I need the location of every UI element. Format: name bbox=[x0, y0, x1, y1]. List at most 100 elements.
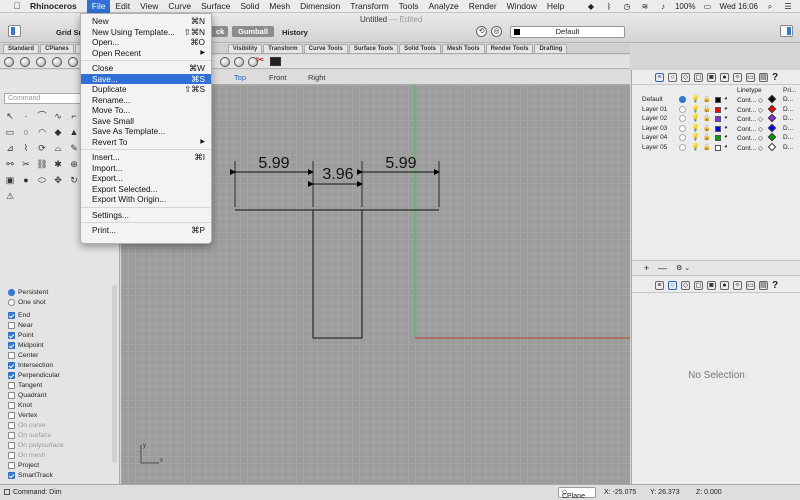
osnap-on-curve[interactable]: On curve bbox=[8, 420, 108, 430]
blend-icon[interactable]: ✎ bbox=[68, 142, 80, 154]
loft-icon[interactable]: ⊿ bbox=[4, 142, 16, 154]
light-bulb-icon[interactable]: 💡 bbox=[691, 124, 700, 132]
end-checkbox[interactable] bbox=[8, 311, 15, 319]
tab-solid-tools[interactable]: Solid Tools bbox=[399, 44, 441, 53]
file-menu-item-save[interactable]: Save... ⌘S bbox=[81, 73, 211, 84]
print-color-swatch[interactable] bbox=[767, 113, 777, 123]
layouts-panel-icon-2[interactable]: ▤ bbox=[758, 280, 768, 290]
split-icon[interactable]: ⚯ bbox=[4, 158, 16, 170]
menu-analyze[interactable]: Analyze bbox=[424, 0, 464, 13]
osnap-on-mesh[interactable]: On mesh bbox=[8, 450, 108, 460]
point-icon[interactable]: · bbox=[20, 110, 32, 122]
file-menu-item-insert[interactable]: Insert... ⌘I bbox=[81, 152, 211, 163]
layer-name[interactable]: Layer 03 bbox=[642, 125, 667, 132]
file-menu-item-revert-to[interactable]: Revert To ▶ bbox=[81, 137, 211, 148]
toggle-left-sidebar-icon[interactable] bbox=[8, 25, 21, 37]
light-bulb-icon[interactable]: 💡 bbox=[691, 133, 700, 141]
layers-panel-icon[interactable]: ≡ bbox=[654, 72, 664, 82]
one-shot-radio[interactable] bbox=[8, 298, 15, 306]
properties-panel-icon[interactable]: ○ bbox=[667, 72, 677, 82]
spotlight-icon[interactable]: ⌕ bbox=[764, 2, 776, 12]
intersection-checkbox[interactable] bbox=[8, 361, 15, 369]
light-bulb-icon[interactable]: 💡 bbox=[691, 114, 700, 122]
revolve-icon[interactable]: ⟳ bbox=[36, 142, 48, 154]
layer-row[interactable]: Layer 01 💡 🔓 ◕ Cont... ◇ D... bbox=[632, 104, 800, 115]
circle-icon[interactable]: ○ bbox=[20, 126, 32, 138]
tangent-checkbox[interactable] bbox=[8, 381, 15, 389]
cube-panel-icon[interactable]: ◇ bbox=[680, 72, 690, 82]
remove-layer-button[interactable]: — bbox=[658, 264, 667, 274]
current-layer-radio[interactable] bbox=[679, 143, 686, 151]
menu-dimension[interactable]: Dimension bbox=[295, 0, 345, 13]
file-menu-item-print[interactable]: Print... ⌘P bbox=[81, 225, 211, 236]
layer-linetype[interactable]: Cont... ◇ bbox=[737, 144, 763, 152]
layers-panel-icon-2[interactable]: ≡ bbox=[654, 280, 664, 290]
tab-transform[interactable]: Transform bbox=[263, 44, 303, 53]
print-color-swatch[interactable] bbox=[767, 132, 777, 142]
lights-panel-icon[interactable]: ✧ bbox=[732, 72, 742, 82]
material-icon[interactable]: ◕ bbox=[724, 134, 728, 140]
file-menu-item-move-to[interactable]: Move To... bbox=[81, 105, 211, 116]
cylinder-icon[interactable]: ⬭ bbox=[36, 174, 48, 186]
gumball-icon[interactable]: ⊕ bbox=[68, 158, 80, 170]
viewport-tab-right[interactable]: Right bbox=[308, 73, 326, 82]
center-checkbox[interactable] bbox=[8, 351, 15, 359]
rebuild-curve-icon[interactable]: ⌐ bbox=[68, 110, 80, 122]
layer-print-width[interactable]: D... bbox=[783, 134, 793, 141]
layer-print-width[interactable]: D... bbox=[783, 115, 793, 122]
dimension-icon[interactable]: ⚠ bbox=[4, 190, 16, 202]
notes-panel-icon[interactable]: ▭ bbox=[745, 72, 755, 82]
cplane-select[interactable]: CPlane ◇ bbox=[558, 487, 596, 500]
layer-linetype[interactable]: Cont... ◇ bbox=[737, 134, 763, 142]
osnap-vertex[interactable]: Vertex bbox=[8, 410, 108, 420]
lock-icon[interactable]: 🔓 bbox=[703, 134, 710, 141]
display-panel-icon-2[interactable]: ◻ bbox=[693, 280, 703, 290]
volume-icon[interactable]: ♪ bbox=[657, 2, 669, 11]
layer-name[interactable]: Layer 01 bbox=[642, 106, 667, 113]
clock[interactable]: Wed 16:06 bbox=[719, 2, 758, 11]
lock-icon[interactable]: 🔓 bbox=[703, 125, 710, 132]
lock-icon[interactable]: 🔓 bbox=[703, 106, 710, 113]
file-menu-item-new[interactable]: New ⌘N bbox=[81, 16, 211, 27]
file-menu-item-duplicate[interactable]: Duplicate ⇧⌘S bbox=[81, 84, 211, 95]
sweep-icon[interactable]: ⌇ bbox=[20, 142, 32, 154]
osnap-knot[interactable]: Knot bbox=[8, 400, 108, 410]
tab-mesh-tools[interactable]: Mesh Tools bbox=[442, 44, 485, 53]
layer-row[interactable]: Layer 04 💡 🔓 ◕ Cont... ◇ D... bbox=[632, 132, 800, 143]
file-menu-item-export-selected[interactable]: Export Selected... bbox=[81, 184, 211, 195]
extrude-icon[interactable]: ▲ bbox=[68, 126, 80, 138]
persistent-radio[interactable] bbox=[8, 288, 15, 296]
bluetooth-icon[interactable]: ᛒ bbox=[603, 2, 615, 11]
osnap-quadrant[interactable]: Quadrant bbox=[8, 390, 108, 400]
menu-tools[interactable]: Tools bbox=[394, 0, 424, 13]
perpendicular-checkbox[interactable] bbox=[8, 371, 15, 379]
on-polysurface-checkbox[interactable] bbox=[8, 441, 15, 449]
lock-toggle[interactable]: ck bbox=[212, 26, 229, 37]
menu-window[interactable]: Window bbox=[502, 0, 542, 13]
add-layer-button[interactable]: + bbox=[644, 264, 649, 274]
viewport-tab-top[interactable]: Top bbox=[234, 73, 246, 82]
on-mesh-checkbox[interactable] bbox=[8, 451, 15, 459]
move-icon[interactable]: ✥ bbox=[52, 174, 64, 186]
rendered-display-icon[interactable] bbox=[36, 57, 46, 67]
menu-file[interactable]: File bbox=[86, 0, 111, 13]
osnap-project[interactable]: Project bbox=[8, 460, 108, 470]
osnap-smarttrack[interactable]: SmartTrack bbox=[8, 470, 108, 480]
materials-panel-icon-2[interactable]: ● bbox=[719, 280, 729, 290]
osnap-one-shot[interactable]: One shot bbox=[8, 297, 108, 307]
layer-linetype[interactable]: Cont... ◇ bbox=[737, 96, 763, 104]
notification-center-icon[interactable]: ☰ bbox=[782, 2, 794, 11]
menu-edit[interactable]: Edit bbox=[110, 0, 135, 13]
display-panel-icon[interactable]: ◻ bbox=[693, 72, 703, 82]
camera-panel-icon[interactable]: ◙ bbox=[706, 72, 716, 82]
osnap-scrollbar[interactable] bbox=[112, 285, 117, 463]
current-layer-radio[interactable] bbox=[679, 115, 686, 122]
viewport-tab-front[interactable]: Front bbox=[269, 73, 287, 82]
file-menu-item-new-using-template[interactable]: New Using Template... ⇧⌘N bbox=[81, 27, 211, 38]
project-checkbox[interactable] bbox=[8, 461, 15, 469]
lock-icon[interactable]: 🔓 bbox=[703, 96, 710, 103]
layer-print-width[interactable]: D... bbox=[783, 106, 793, 113]
camera-panel-icon-2[interactable]: ◙ bbox=[706, 280, 716, 290]
layer-name[interactable]: Default bbox=[642, 96, 663, 103]
toggle-right-sidebar-icon[interactable] bbox=[780, 25, 793, 37]
